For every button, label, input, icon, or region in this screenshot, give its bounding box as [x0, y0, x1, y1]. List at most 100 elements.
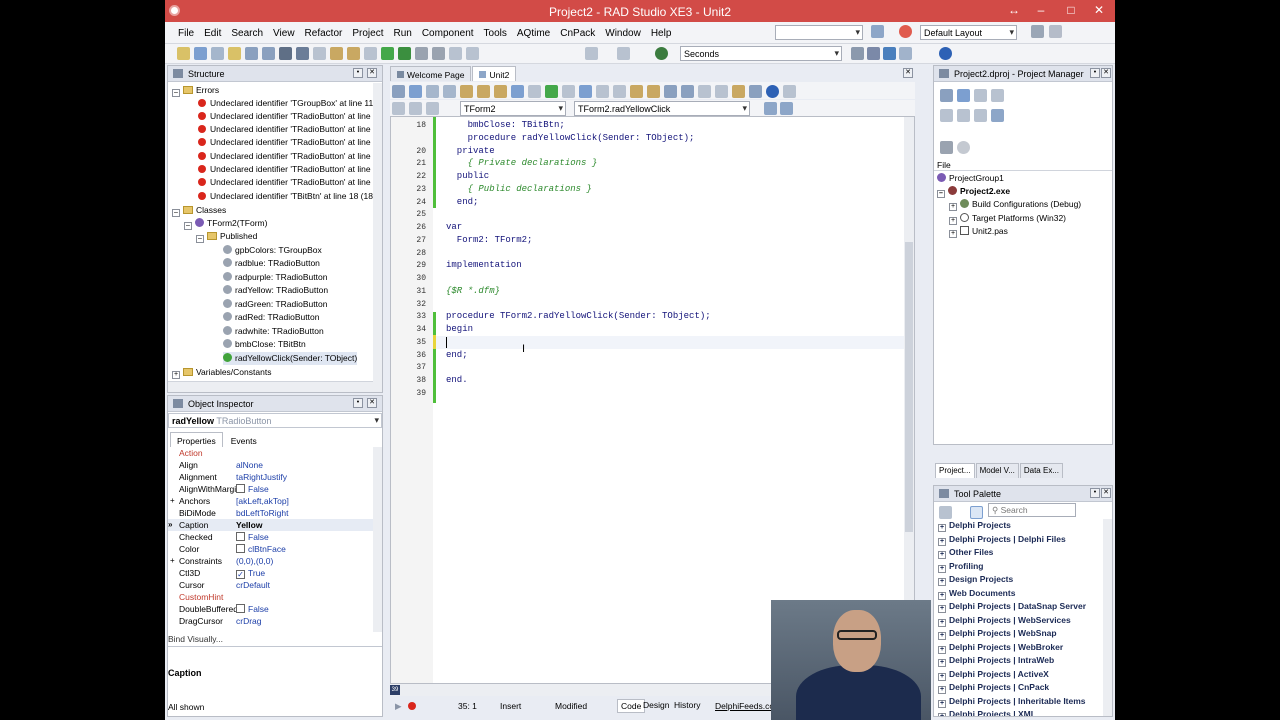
palette-category[interactable]: + Other Files — [934, 546, 1104, 560]
new-item-icon[interactable] — [957, 89, 970, 102]
palette-category[interactable]: + Web Documents — [934, 587, 1104, 601]
tab-model-view[interactable]: Model V... — [975, 463, 1019, 478]
error-item[interactable]: Undeclared identifier 'TRadioButton' at … — [198, 136, 382, 149]
editor-tool-icon[interactable] — [443, 85, 456, 98]
nav-icon[interactable] — [764, 102, 777, 115]
error-item[interactable]: Undeclared identifier 'TGroupBox' at lin… — [198, 97, 382, 110]
menu-component[interactable]: Component — [417, 22, 479, 39]
minimize-button[interactable]: – — [1027, 0, 1055, 20]
checkbox-icon[interactable] — [236, 484, 245, 493]
component-selector[interactable]: radYellow TRadioButton — [168, 413, 382, 428]
expand-icon[interactable]: + — [938, 713, 946, 716]
nav-icon[interactable] — [426, 102, 439, 115]
palette-search-input[interactable]: ⚲ Search — [988, 503, 1076, 517]
aqtime-results-icon[interactable] — [867, 47, 880, 60]
tab-code[interactable]: Code — [617, 699, 646, 713]
error-item[interactable]: Undeclared identifier 'TBitBtn' at line … — [198, 190, 380, 203]
property-value[interactable]: False — [236, 483, 269, 495]
palette-vscrollbar[interactable] — [1103, 519, 1112, 716]
project-node[interactable]: – Project2.exe — [937, 185, 1010, 198]
palette-category[interactable]: + Profiling — [934, 560, 1104, 574]
nav-icon[interactable] — [392, 102, 405, 115]
member-item[interactable]: radYellow: TRadioButton — [223, 284, 328, 297]
pin-icon[interactable]: • — [1090, 68, 1100, 78]
layout-combo[interactable]: Default Layout — [920, 25, 1017, 40]
build-icon[interactable] — [940, 141, 953, 154]
checkbox-icon[interactable] — [236, 532, 245, 541]
profile-icon[interactable] — [655, 47, 668, 60]
palette-category[interactable]: + Delphi Projects | IntraWeb — [934, 654, 1104, 668]
editor-tool-icon[interactable] — [681, 85, 694, 98]
build-config-node[interactable]: + Build Configurations (Debug) — [949, 198, 1081, 211]
expand-icon[interactable]: + — [938, 578, 946, 586]
save-all-icon[interactable] — [296, 47, 309, 60]
menu-cnpack[interactable]: CnPack — [555, 22, 600, 39]
trace-into-icon[interactable] — [466, 47, 479, 60]
menu-run[interactable]: Run — [388, 22, 416, 39]
filter-icon[interactable] — [899, 47, 912, 60]
tree-errors-node[interactable]: – Errors — [172, 84, 219, 97]
close-icon[interactable]: ✕ — [1101, 488, 1111, 498]
menu-edit[interactable]: Edit — [199, 22, 226, 39]
expand-icon[interactable]: + — [949, 203, 957, 211]
property-value[interactable]: alNone — [236, 459, 263, 471]
expand-icon[interactable]: + — [938, 605, 946, 613]
menu-search[interactable]: Search — [226, 22, 268, 39]
tab-welcome-page[interactable]: Welcome Page — [390, 66, 472, 81]
editor-tool-icon[interactable] — [630, 85, 643, 98]
close-button[interactable]: ✕ — [1085, 0, 1113, 20]
property-value[interactable]: bdLeftToRight — [236, 507, 288, 519]
palette-category[interactable]: + Delphi Projects | DataSnap Server — [934, 600, 1104, 614]
menu-view[interactable]: View — [268, 22, 300, 39]
property-value[interactable]: crDrag — [236, 615, 262, 627]
stop-icon[interactable] — [899, 25, 912, 38]
error-item[interactable]: Undeclared identifier 'TRadioButton' at … — [198, 163, 382, 176]
program-reset-icon[interactable] — [432, 47, 445, 60]
pointer-icon[interactable] — [970, 506, 983, 519]
editor-tool-icon[interactable] — [528, 85, 541, 98]
editor-tool-icon[interactable] — [545, 85, 558, 98]
expand-icon[interactable]: + — [938, 564, 946, 573]
menu-tools[interactable]: Tools — [479, 22, 512, 39]
member-item[interactable]: gpbColors: TGroupBox — [223, 244, 322, 257]
editor-tool-icon[interactable] — [698, 85, 711, 98]
new-icon[interactable] — [177, 47, 190, 60]
sync-icon[interactable] — [940, 109, 953, 122]
help-icon[interactable] — [939, 47, 952, 60]
pin-icon[interactable]: • — [353, 68, 363, 78]
pin-icon[interactable]: • — [353, 398, 363, 408]
property-row[interactable]: DragCursor crDrag — [168, 615, 378, 627]
editor-tool-icon[interactable] — [596, 85, 609, 98]
expand-all-icon[interactable] — [957, 109, 970, 122]
member-item[interactable]: bmbClose: TBitBtn — [223, 338, 306, 351]
tab-project[interactable]: Project... — [935, 463, 975, 478]
property-value[interactable]: Yellow — [236, 519, 262, 531]
error-item[interactable]: Undeclared identifier 'TRadioButton' at … — [198, 110, 382, 123]
expand-icon[interactable]: + — [938, 699, 946, 708]
editor-vscrollbar[interactable] — [904, 117, 914, 683]
property-row[interactable]: Checked False — [168, 531, 378, 543]
property-value[interactable]: (0,0),(0,0) — [236, 555, 273, 567]
palette-category[interactable]: + Delphi Projects | WebServices — [934, 614, 1104, 628]
member-item[interactable]: radpurple: TRadioButton — [223, 271, 327, 284]
method-combo[interactable]: TForm2.radYellowClick — [574, 101, 750, 116]
editor-tool-icon[interactable] — [562, 85, 575, 98]
expand-icon[interactable]: + — [938, 618, 946, 627]
tab-properties[interactable]: Properties — [170, 432, 223, 447]
run-icon[interactable] — [381, 47, 394, 60]
step-over-icon[interactable] — [449, 47, 462, 60]
property-value[interactable]: crDefault — [236, 579, 270, 591]
palette-category[interactable]: + Delphi Projects | WebSnap — [934, 627, 1104, 641]
tree-vars-node[interactable]: + Variables/Constants — [172, 366, 271, 379]
config-icon[interactable] — [957, 141, 970, 154]
property-row[interactable]: Alignment taRightJustify — [168, 471, 378, 483]
close-tab-icon[interactable]: ✕ — [903, 68, 913, 78]
menu-file[interactable]: File — [173, 22, 199, 39]
property-row[interactable]: CustomHint — [168, 591, 378, 603]
editor-tool-icon[interactable] — [715, 85, 728, 98]
collapse-icon[interactable]: – — [184, 222, 192, 230]
expand-icon[interactable]: + — [938, 524, 946, 532]
menu-project[interactable]: Project — [347, 22, 388, 39]
expand-icon[interactable]: + — [938, 645, 946, 654]
close-icon[interactable]: ✕ — [367, 398, 377, 408]
